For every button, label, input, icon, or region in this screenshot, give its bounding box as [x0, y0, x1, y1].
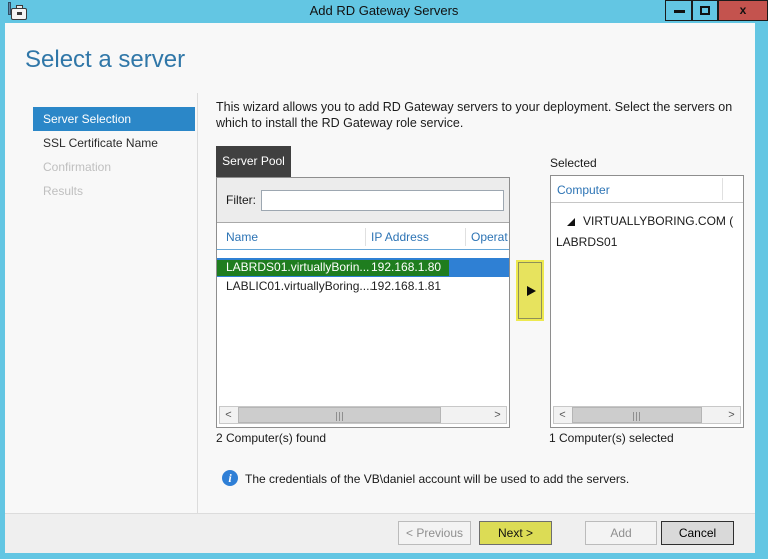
window-title: Add RD Gateway Servers: [0, 3, 768, 18]
scrollbar-grip-icon: [336, 412, 344, 421]
tree-node-domain[interactable]: VIRTUALLYBORING.COM (: [551, 212, 743, 231]
maximize-icon: [700, 6, 710, 15]
previous-button: < Previous: [398, 521, 471, 545]
maximize-button[interactable]: [692, 0, 718, 21]
scroll-left-icon[interactable]: <: [220, 407, 237, 423]
info-icon: i: [222, 470, 238, 486]
arrow-right-icon: [527, 286, 536, 296]
domain-name-label: VIRTUALLYBORING.COM (: [583, 212, 733, 231]
tree-node-server[interactable]: LABRDS01: [556, 233, 617, 252]
tree-expanded-icon[interactable]: [567, 218, 575, 226]
next-button[interactable]: Next >: [479, 521, 552, 545]
table-row-selected[interactable]: LABRDS01.virtuallyBorin... 192.168.1.80: [217, 258, 509, 277]
server-name-cell: LABLIC01.virtuallyBoring....: [226, 277, 373, 296]
column-header-operating-system[interactable]: Operat: [471, 230, 508, 244]
selected-horizontal-scrollbar[interactable]: < >: [553, 406, 741, 424]
column-divider: [365, 228, 366, 246]
column-divider: [722, 178, 723, 200]
server-ip-cell: 192.168.1.81: [371, 277, 441, 296]
sidebar-item-confirmation: Confirmation: [33, 155, 195, 179]
server-pool-horizontal-scrollbar[interactable]: < >: [219, 406, 507, 424]
sidebar-item-server-selection[interactable]: Server Selection: [33, 107, 195, 131]
scrollbar-thumb[interactable]: [572, 407, 702, 423]
wizard-window: Add RD Gateway Servers x Select a server…: [0, 0, 768, 559]
title-bar[interactable]: Add RD Gateway Servers x: [0, 0, 768, 23]
server-name-cell: LABRDS01.virtuallyBorin...: [226, 258, 369, 277]
column-header-name[interactable]: Name: [226, 230, 258, 244]
scroll-left-icon[interactable]: <: [554, 407, 571, 423]
page-title: Select a server: [25, 46, 185, 74]
sidebar-item-ssl-certificate-name[interactable]: SSL Certificate Name: [33, 131, 195, 155]
minimize-icon: [674, 10, 685, 13]
column-header-ip-address[interactable]: IP Address: [371, 230, 429, 244]
tab-server-pool[interactable]: Server Pool: [216, 146, 291, 177]
minimize-button[interactable]: [665, 0, 692, 21]
scrollbar-thumb[interactable]: [238, 407, 441, 423]
column-divider: [465, 228, 466, 246]
server-table-header: Name IP Address Operat: [217, 224, 509, 250]
filter-strip: Filter:: [217, 178, 509, 223]
filter-input[interactable]: [261, 190, 504, 211]
filter-label: Filter:: [226, 193, 256, 207]
close-button[interactable]: x: [718, 0, 768, 21]
add-button: Add: [585, 521, 657, 545]
credentials-info-text: The credentials of the VB\daniel account…: [245, 472, 629, 486]
scrollbar-grip-icon: [633, 412, 641, 421]
selected-computers-panel: Computer VIRTUALLYBORING.COM ( LABRDS01 …: [550, 175, 744, 428]
sidebar-item-results: Results: [33, 179, 195, 203]
computers-selected-status: 1 Computer(s) selected: [549, 431, 674, 445]
server-ip-cell: 192.168.1.80: [371, 258, 441, 277]
wizard-description: This wizard allows you to add RD Gateway…: [216, 99, 761, 131]
selected-table-header: Computer: [551, 176, 743, 203]
scroll-right-icon[interactable]: >: [489, 407, 506, 423]
cancel-button[interactable]: Cancel: [661, 521, 734, 545]
computers-found-status: 2 Computer(s) found: [216, 431, 326, 445]
selected-panel-label: Selected: [550, 156, 597, 170]
wizard-steps-sidebar: Server Selection SSL Certificate Name Co…: [33, 107, 195, 203]
add-server-arrow-button[interactable]: [518, 262, 542, 319]
sidebar-divider: [197, 93, 198, 513]
table-row[interactable]: LABLIC01.virtuallyBoring.... 192.168.1.8…: [217, 277, 509, 296]
scroll-right-icon[interactable]: >: [723, 407, 740, 423]
server-pool-panel: Filter: Name IP Address Operat LABRDS01.…: [216, 177, 510, 428]
column-header-computer[interactable]: Computer: [557, 183, 610, 197]
